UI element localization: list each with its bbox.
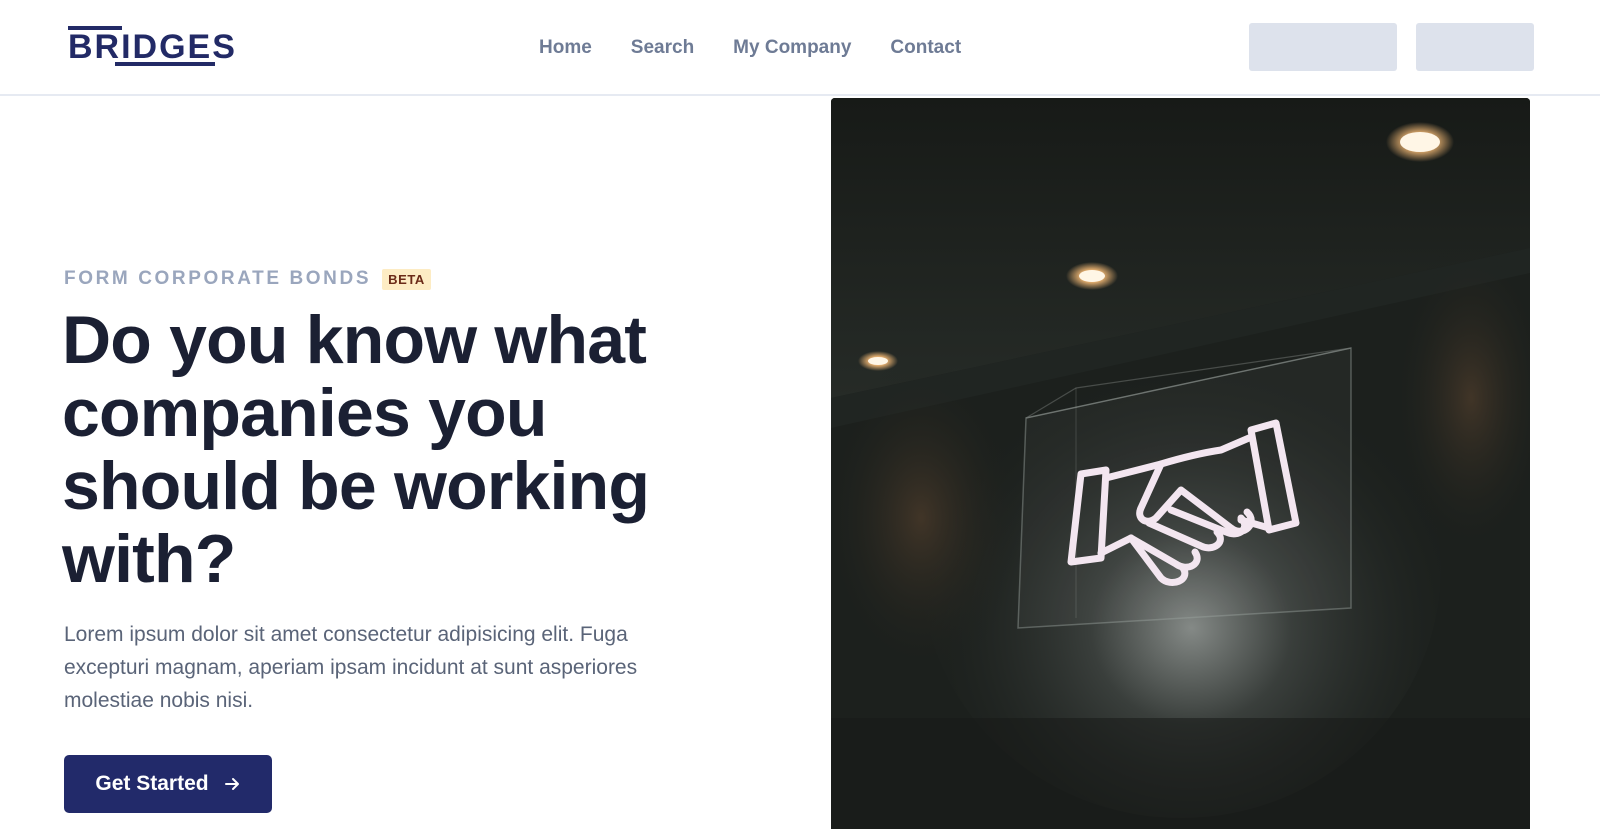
logo-text: BRIDGES xyxy=(68,28,237,66)
hero-image-neon-handshake xyxy=(831,98,1530,829)
beta-badge: BETA xyxy=(382,268,431,290)
eyebrow-text: FORM CORPORATE BONDS xyxy=(64,268,372,289)
header-button-secondary[interactable] xyxy=(1416,23,1534,71)
get-started-button[interactable]: Get Started xyxy=(64,755,272,813)
main-nav: Home Search My Company Contact xyxy=(539,36,961,62)
neon-handshake-illustration xyxy=(831,98,1530,829)
bridges-logo[interactable]: BRIDGES xyxy=(68,26,235,70)
nav-search-link[interactable]: Search xyxy=(631,36,694,62)
get-started-label: Get Started xyxy=(95,772,209,795)
hero-lead-text: Lorem ipsum dolor sit amet consectetur a… xyxy=(64,623,638,712)
nav-contact-link[interactable]: Contact xyxy=(890,36,961,62)
logo-bar-bottom xyxy=(115,62,215,66)
nav-home-link[interactable]: Home xyxy=(539,36,592,62)
hero-eyebrow: FORM CORPORATE BONDS BETA xyxy=(64,268,431,290)
header-button-primary[interactable] xyxy=(1249,23,1397,71)
page: BRIDGES Home Search My Company Contact F… xyxy=(0,0,1600,829)
hero-headline: Do you know what companies you should be… xyxy=(62,302,650,597)
arrow-right-icon xyxy=(224,778,239,790)
site-header: BRIDGES Home Search My Company Contact xyxy=(0,0,1600,96)
nav-my-company-link[interactable]: My Company xyxy=(733,36,851,62)
